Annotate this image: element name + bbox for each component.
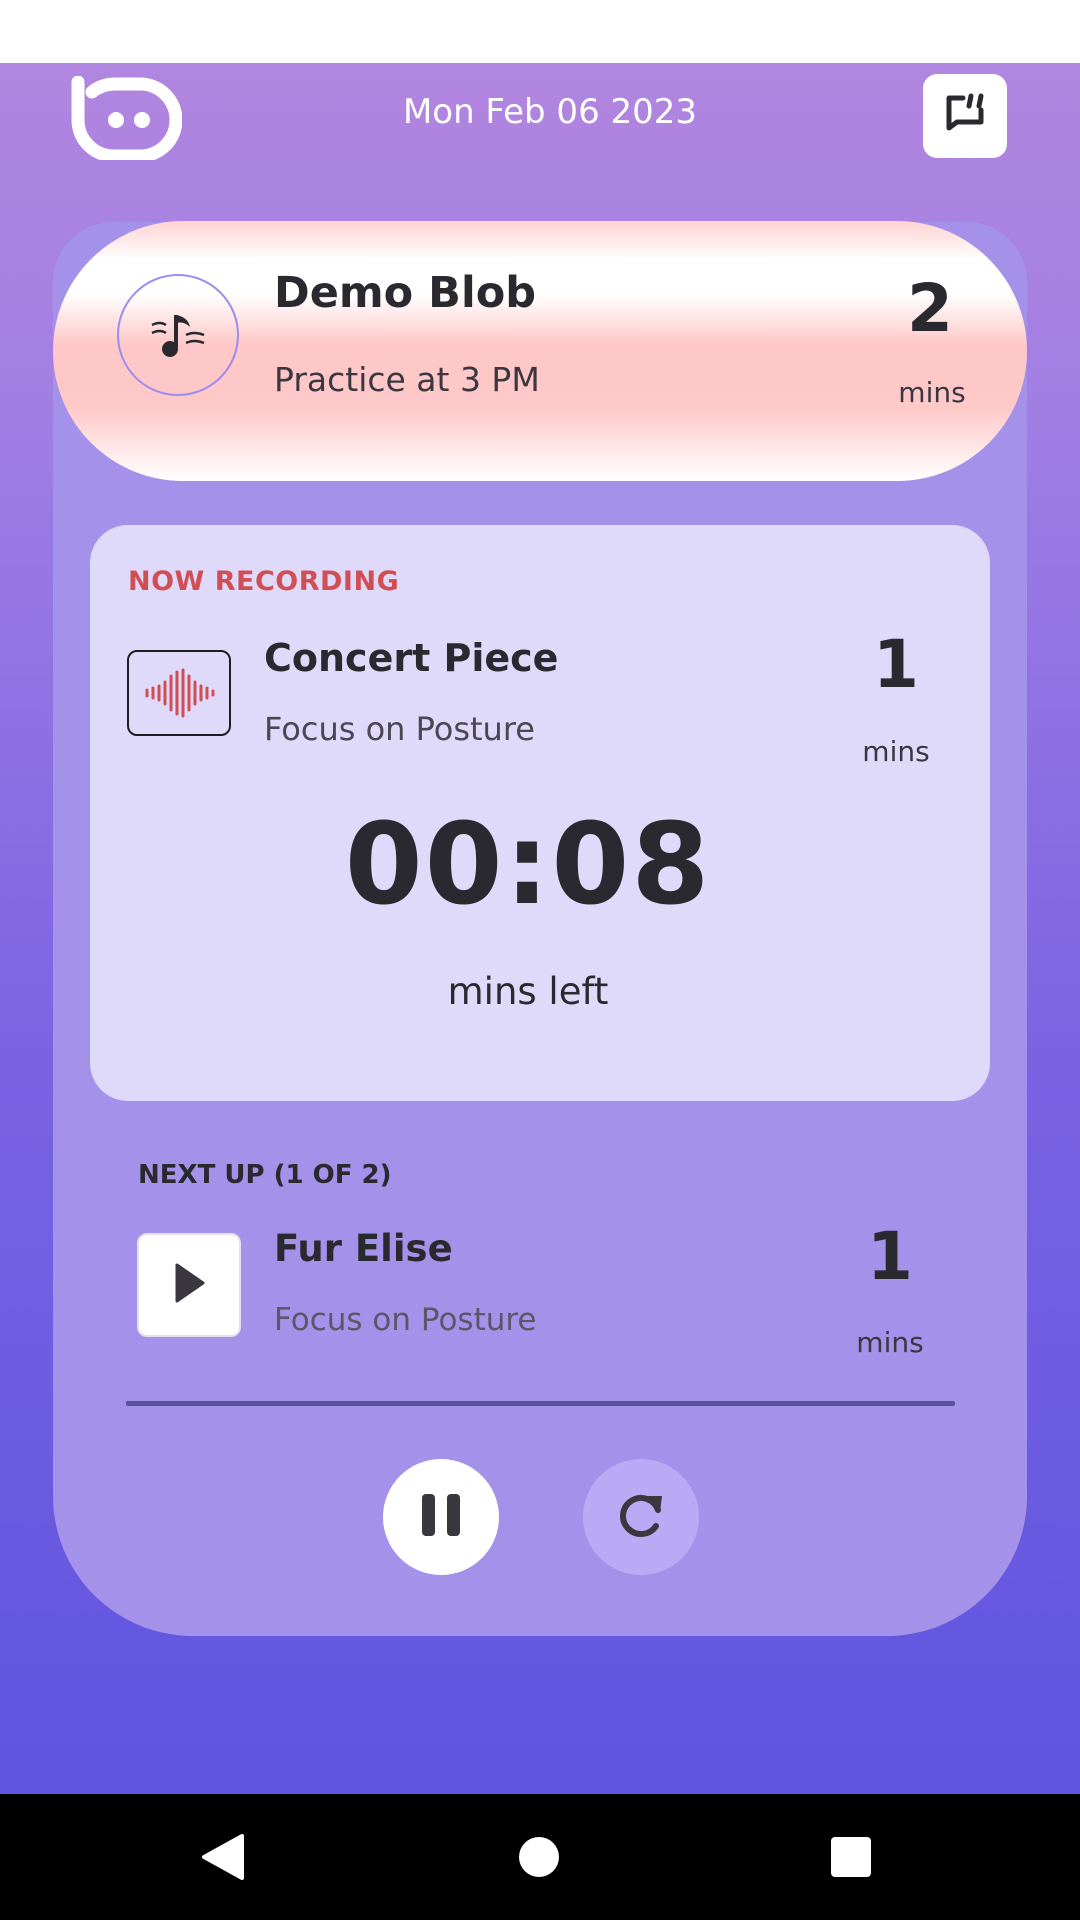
- session-minutes: 2: [907, 270, 953, 347]
- next-subtitle: Focus on Posture: [274, 1302, 537, 1338]
- next-title: Fur Elise: [274, 1227, 453, 1270]
- restart-button[interactable]: [583, 1459, 699, 1575]
- waveform-icon: [127, 650, 231, 736]
- next-minutes: 1: [867, 1218, 913, 1295]
- recording-title: Concert Piece: [264, 636, 559, 680]
- pause-icon: [418, 1492, 464, 1542]
- recording-subtitle: Focus on Posture: [264, 710, 535, 748]
- recording-minutes: 1: [873, 626, 919, 703]
- status-bar: [0, 0, 1080, 63]
- recents-icon[interactable]: [831, 1837, 871, 1877]
- timer-label: mins left: [447, 970, 609, 1013]
- recording-minutes-label: mins: [862, 735, 930, 768]
- restart-icon: [614, 1488, 668, 1546]
- home-icon[interactable]: [519, 1837, 559, 1877]
- play-icon: [169, 1261, 209, 1309]
- now-recording-label: NOW RECORDING: [128, 566, 400, 597]
- pause-button[interactable]: [383, 1459, 499, 1575]
- back-icon[interactable]: [200, 1832, 246, 1886]
- feedback-icon: [943, 92, 987, 140]
- next-minutes-label: mins: [856, 1326, 924, 1359]
- session-title: Demo Blob: [274, 268, 537, 318]
- session-subtitle: Practice at 3 PM: [274, 360, 540, 399]
- divider: [126, 1401, 955, 1406]
- play-next-button[interactable]: [137, 1233, 241, 1337]
- session-minutes-label: mins: [898, 376, 966, 409]
- feedback-button[interactable]: [923, 74, 1007, 158]
- music-note-icon: [117, 274, 239, 396]
- next-up-label: NEXT UP (1 OF 2): [138, 1160, 392, 1190]
- header-date: Mon Feb 06 2023: [402, 92, 698, 132]
- countdown-timer: 00:08: [344, 800, 712, 930]
